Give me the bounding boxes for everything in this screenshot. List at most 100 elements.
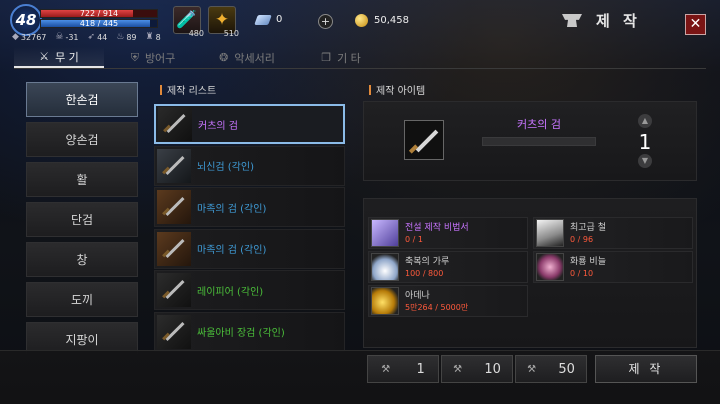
section-marker: [160, 84, 162, 95]
stat-item: ➶ 44: [88, 32, 108, 42]
blessed-powder-icon: [371, 253, 399, 281]
material-item[interactable]: 아데나 5만264 / 5000만: [368, 285, 528, 317]
craft-list: 커츠의 검 뇌신검 (각인) 마족의 검 (각인) 마족의 검 (각인) 레이피…: [154, 104, 345, 353]
tab-label: 기 타: [337, 51, 361, 65]
craft-item-title: 제작 아이템: [376, 86, 426, 97]
craft-list-item[interactable]: 뇌신검 (각인): [154, 145, 345, 186]
material-item[interactable]: 화룡 비늘 0 / 10: [533, 251, 693, 283]
quantity-up-button[interactable]: ▲: [638, 114, 652, 128]
material-item[interactable]: 전설 제작 비법서 0 / 1: [368, 217, 528, 249]
gold-currency: 50,458: [355, 14, 409, 27]
tab-other[interactable]: ❒ 기 타: [296, 47, 386, 68]
category-two-hand-sword[interactable]: 양손검: [26, 122, 138, 157]
category-bow[interactable]: 활: [26, 162, 138, 197]
hp-text: 722 / 914: [79, 9, 119, 18]
box-icon: ❒: [321, 51, 332, 64]
crystal-icon: [254, 14, 272, 25]
page-title: 제 작: [596, 12, 641, 30]
rapier-icon: [157, 273, 191, 307]
stat-value: 44: [97, 32, 108, 42]
sword-icon: [404, 120, 444, 160]
stat-item: ◆ 32767: [12, 32, 46, 42]
sword-icon: [157, 148, 191, 183]
ring-icon: ❂: [219, 51, 229, 64]
craft-item-name: 커츠의 검: [198, 120, 238, 132]
tab-weapon[interactable]: ⚔ 무 기: [14, 47, 104, 68]
craft-list-item[interactable]: 레이피어 (각인): [154, 270, 345, 310]
material-count: 5만264 / 5000만: [405, 302, 469, 312]
stat-value: 32767: [20, 32, 47, 42]
material-count: 0 / 96: [570, 234, 594, 244]
crystal-amount: 0: [276, 14, 283, 25]
craft-list-item[interactable]: 마족의 검 (각인): [154, 228, 345, 269]
material-name: 축복의 가루: [405, 256, 450, 267]
material-item[interactable]: 최고급 철 0 / 96: [533, 217, 693, 249]
stat-item: ♨ 89: [116, 32, 136, 42]
tab-label: 무 기: [55, 50, 79, 64]
red-potion-icon: 🧪: [176, 10, 198, 30]
anvil-icon: [562, 14, 582, 27]
stat-value: 89: [126, 32, 137, 42]
craft-item-name: 뇌신검 (각인): [197, 162, 254, 173]
add-currency-button[interactable]: +: [318, 14, 333, 29]
feather-icon: ➶: [87, 32, 96, 42]
craft-button[interactable]: 제 작: [595, 355, 697, 383]
material-name: 최고급 철: [570, 222, 606, 233]
category-axe[interactable]: 도끼: [26, 282, 138, 317]
scroll-count: 510: [223, 29, 239, 38]
material-count: 0 / 10: [570, 268, 594, 278]
hammer-icon: ⚒: [527, 363, 537, 375]
potion-count: 480: [188, 29, 204, 38]
page-header: 제 작: [562, 10, 641, 31]
craft-item-name: 마족의 검 (각인): [197, 245, 267, 256]
recipe-book-icon: [371, 219, 399, 247]
category-one-hand-sword[interactable]: 한손검: [26, 82, 138, 117]
iron-ingot-icon: [536, 219, 564, 247]
tab-armor[interactable]: ⛨ 방어구: [108, 47, 198, 68]
tab-label: 방어구: [144, 51, 176, 65]
craft-list-item[interactable]: 마족의 검 (각인): [154, 187, 345, 227]
category-list: 한손검 양손검 활 단검 창 도끼 지팡이: [26, 82, 138, 354]
craft-list-item[interactable]: 싸울아비 장검 (각인): [154, 311, 345, 352]
craft-list-item[interactable]: 커츠의 검: [154, 104, 345, 144]
stat-value: -31: [65, 32, 79, 42]
sword-icon: [157, 231, 191, 266]
shield-icon: ⛨: [130, 50, 139, 64]
item-progress-bar: [482, 137, 596, 146]
craft-list-title: 제작 리스트: [167, 86, 217, 97]
stat-item: ☠ -31: [55, 32, 78, 42]
material-count: 0 / 1: [405, 234, 423, 244]
tab-accessory[interactable]: ❂ 악세서리: [202, 47, 292, 68]
quantity-label: 50: [558, 361, 575, 377]
craft-quantity-10-button[interactable]: ⚒ 10: [441, 355, 513, 383]
craft-quantity-1-button[interactable]: ⚒ 1: [367, 355, 439, 383]
close-button[interactable]: ✕: [685, 14, 706, 35]
material-item[interactable]: 축복의 가루 100 / 800: [368, 251, 528, 283]
craft-item-panel: 커츠의 검 ▲ 1 ▼: [363, 101, 697, 181]
gold-coin-icon: [355, 14, 368, 27]
sword-icon: [158, 107, 192, 141]
crystal-currency: 0: [254, 14, 283, 25]
scroll-icon: ✦: [214, 10, 230, 30]
craft-item-name: 레이피어 (각인): [197, 286, 264, 298]
sword-icon: [157, 190, 191, 224]
quantity-down-button[interactable]: ▼: [638, 154, 652, 168]
quantity-label: 1: [416, 361, 425, 377]
red-potion-slot[interactable]: 🧪 480: [173, 6, 204, 38]
skull-icon: ☠: [55, 32, 64, 42]
category-dagger[interactable]: 단검: [26, 202, 138, 237]
hammer-icon: ⚒: [381, 363, 391, 375]
crossed-swords-icon: ⚔: [39, 50, 50, 63]
top-bar: 48 722 / 914 418 / 445 ◆ 32767 ☠ -31 ➶ 44 ♨…: [0, 0, 720, 48]
craft-quantity-50-button[interactable]: ⚒ 50: [515, 355, 587, 383]
adena-coins-icon: [371, 287, 399, 315]
quantity-value: 1: [638, 130, 652, 154]
craft-item-name: 마족의 검 (각인): [197, 203, 267, 215]
longsword-icon: [157, 314, 191, 349]
materials-panel: 전설 제작 비법서 0 / 1 최고급 철 0 / 96 축복의 가루 100 …: [363, 198, 697, 348]
section-marker: [369, 84, 371, 95]
category-spear[interactable]: 창: [26, 242, 138, 277]
material-name: 전설 제작 비법서: [405, 222, 469, 233]
selected-item-name: 커츠의 검: [517, 118, 561, 131]
scroll-slot[interactable]: ✦ 510: [208, 6, 239, 38]
